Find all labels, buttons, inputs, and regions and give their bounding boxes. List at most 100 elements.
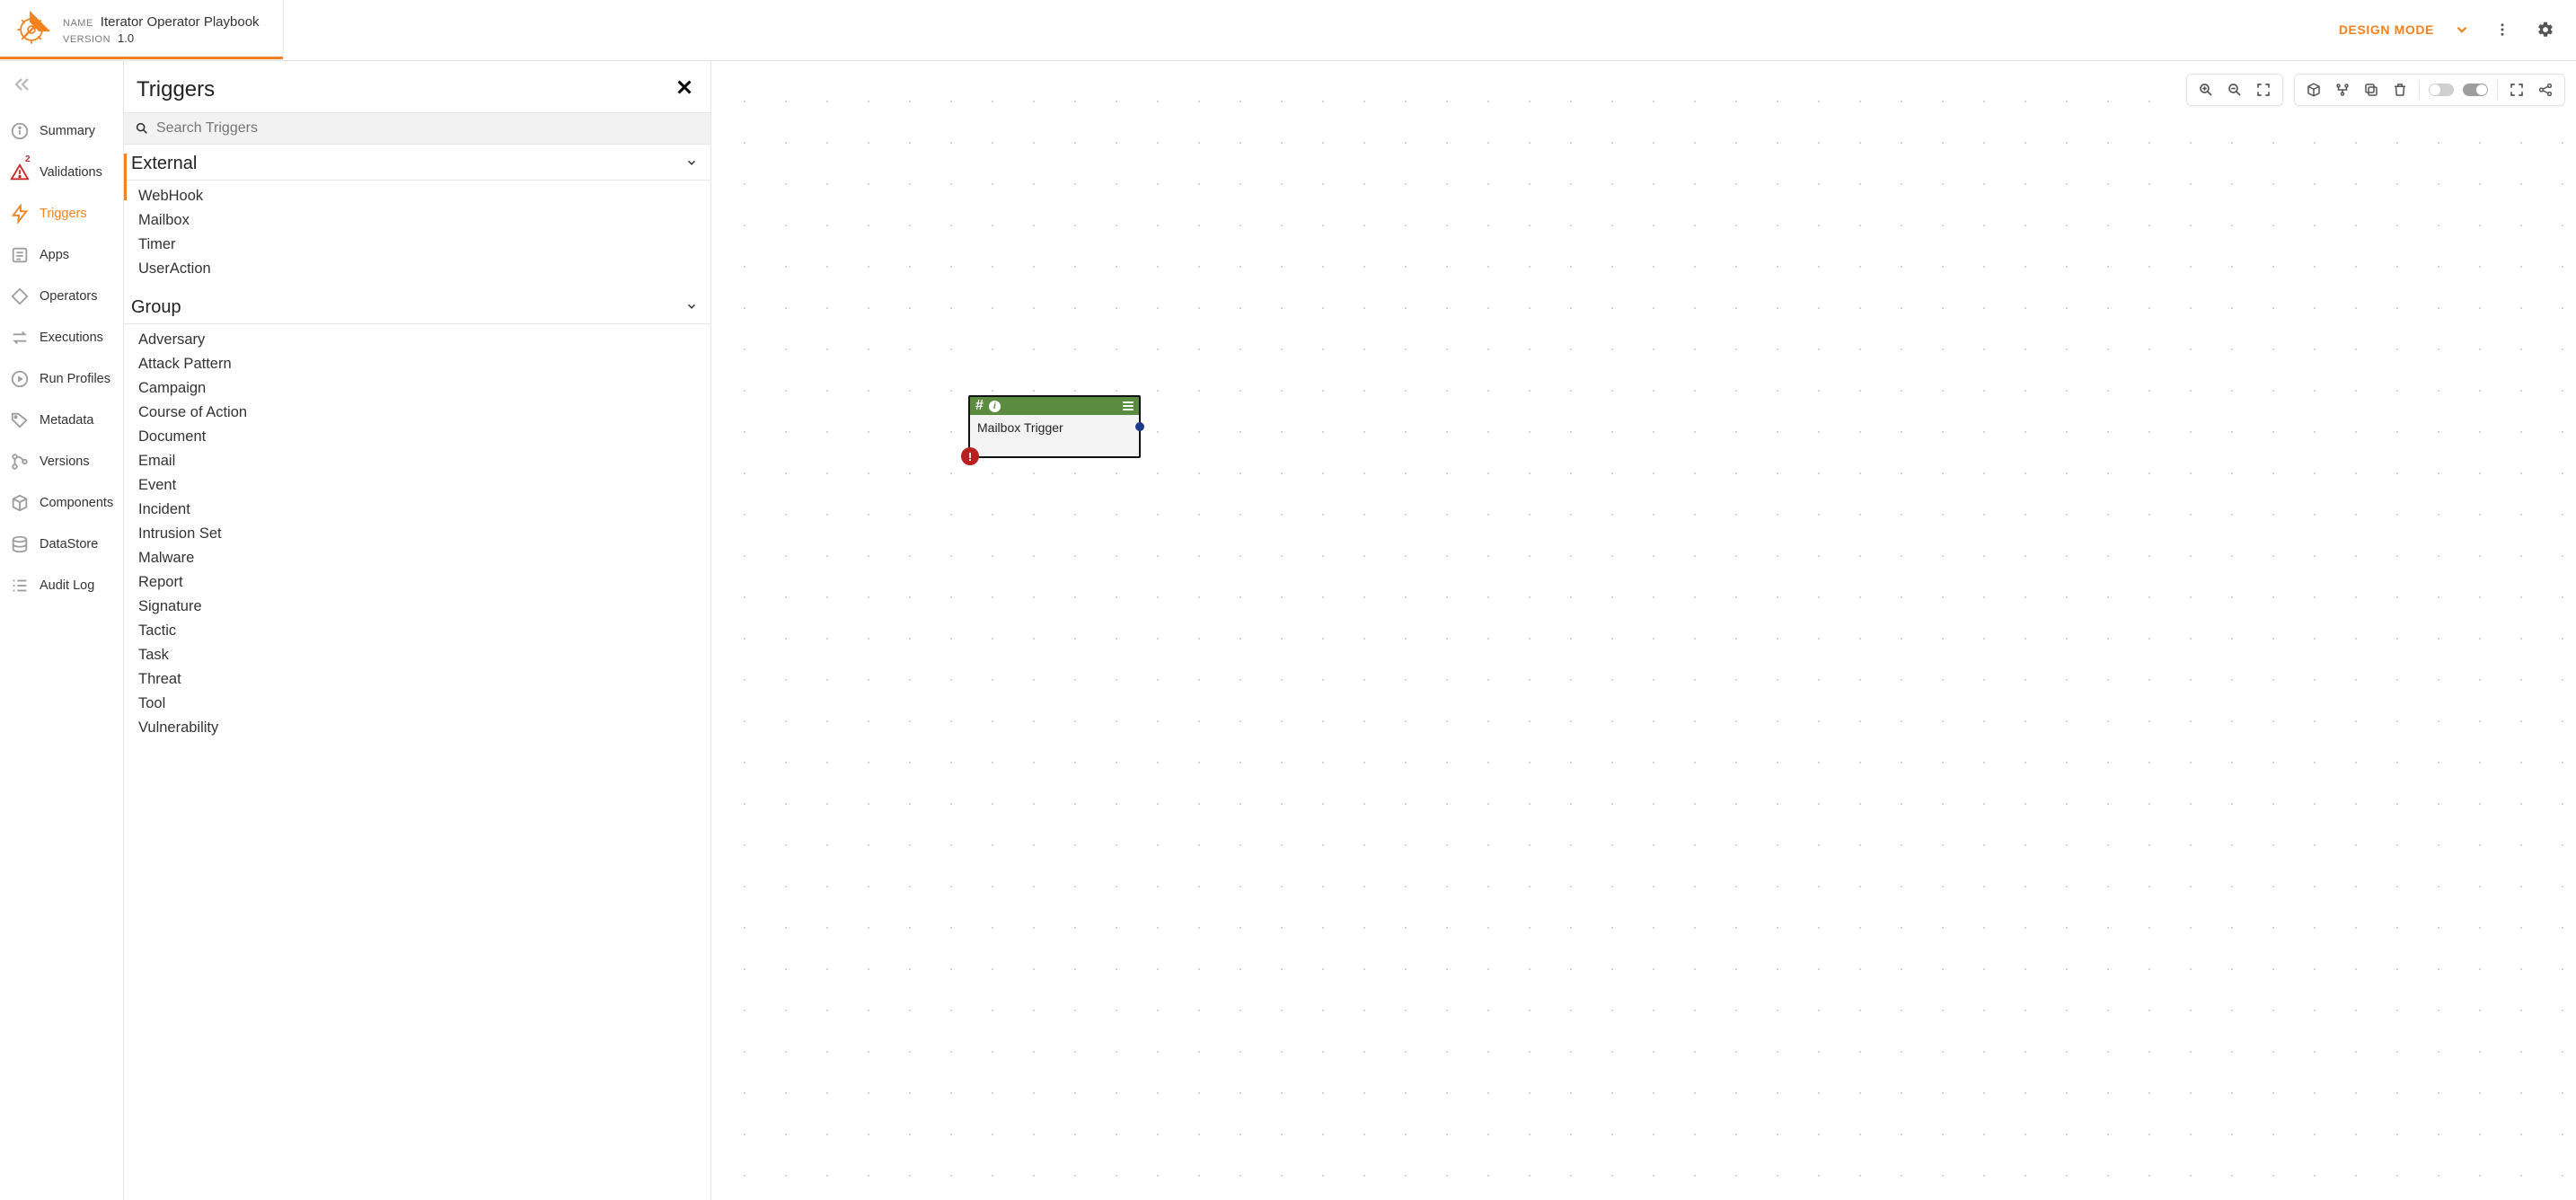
main-area: Summary 2 Validations Triggers Apps (0, 61, 2576, 1200)
collapse-sidebar-button[interactable] (7, 70, 123, 110)
trigger-item[interactable]: Attack Pattern (124, 352, 710, 376)
playbook-header-card: NAME Iterator Operator Playbook VERSION … (0, 0, 284, 59)
trigger-item[interactable]: Tool (124, 692, 710, 716)
settings-button[interactable] (2535, 19, 2556, 40)
trigger-item[interactable]: Tactic (124, 619, 710, 643)
sidebar-item-apps[interactable]: Apps (7, 235, 123, 275)
trigger-item[interactable]: Incident (124, 498, 710, 522)
trigger-item[interactable]: Malware (124, 546, 710, 570)
hash-icon: # (975, 398, 984, 414)
trigger-item[interactable]: Email (124, 449, 710, 473)
trigger-item[interactable]: Report (124, 570, 710, 595)
sidebar-item-label: Apps (40, 248, 69, 262)
share-button[interactable] (2536, 80, 2555, 100)
trigger-item[interactable]: Timer (124, 233, 710, 257)
trigger-item[interactable]: Course of Action (124, 401, 710, 425)
canvas[interactable] (711, 61, 2576, 1200)
trigger-item[interactable]: Task (124, 643, 710, 667)
sidebar-item-label: Executions (40, 331, 103, 345)
sidebar-item-label: DataStore (40, 537, 98, 551)
graph-button[interactable] (2333, 80, 2352, 100)
version-value: 1.0 (118, 31, 134, 45)
canvas-node-mailbox-trigger[interactable]: # i Mailbox Trigger ! (968, 395, 1141, 458)
mode-label: DESIGN MODE (2339, 22, 2434, 37)
sidebar-item-validations[interactable]: 2 Validations (7, 153, 123, 192)
sidebar-item-components[interactable]: Components (7, 483, 123, 523)
node-output-port[interactable] (1135, 422, 1144, 431)
trigger-item[interactable]: Mailbox (124, 208, 710, 233)
canvas-wrap: # i Mailbox Trigger ! (711, 61, 2576, 1200)
trigger-item[interactable]: Signature (124, 595, 710, 619)
warning-icon (9, 162, 31, 183)
trigger-item[interactable]: Vulnerability (124, 716, 710, 740)
sidebar-item-audit-log[interactable]: Audit Log (7, 566, 123, 605)
toggle-a[interactable] (2429, 84, 2454, 96)
sidebar-item-triggers[interactable]: Triggers (7, 194, 123, 234)
trigger-item[interactable]: Document (124, 425, 710, 449)
delete-button[interactable] (2390, 80, 2410, 100)
mode-selector[interactable]: DESIGN MODE (2339, 22, 2470, 38)
copy-button[interactable] (2361, 80, 2381, 100)
search-row (124, 112, 710, 145)
cube-button[interactable] (2304, 80, 2324, 100)
search-icon (135, 121, 149, 136)
node-title: Mailbox Trigger (970, 415, 1139, 456)
header-bar: NAME Iterator Operator Playbook VERSION … (0, 0, 2576, 61)
fullscreen-button[interactable] (2507, 80, 2527, 100)
diamond-icon (9, 286, 31, 307)
node-error-badge[interactable]: ! (961, 447, 979, 465)
canvas-toolbar (2186, 74, 2565, 106)
zoom-in-button[interactable] (2196, 80, 2216, 100)
fit-button[interactable] (2254, 80, 2273, 100)
name-label: NAME (63, 18, 93, 29)
tag-icon (9, 410, 31, 431)
section-head-group[interactable]: Group (124, 288, 710, 324)
close-panel-button[interactable] (675, 75, 694, 103)
cube-icon (9, 492, 31, 514)
playbook-icon (13, 11, 50, 49)
chevron-down-icon (2454, 22, 2470, 38)
left-rail: Summary 2 Validations Triggers Apps (0, 61, 124, 1200)
node-header[interactable]: # i (970, 397, 1139, 415)
triggers-panel: Triggers External WebHookMailboxTimerUser… (124, 61, 711, 1200)
database-icon (9, 534, 31, 555)
swap-icon (9, 327, 31, 349)
name-value: Iterator Operator Playbook (101, 14, 260, 30)
more-menu-button[interactable] (2492, 19, 2513, 40)
apps-icon (9, 244, 31, 266)
trigger-item[interactable]: Event (124, 473, 710, 498)
sidebar-item-metadata[interactable]: Metadata (7, 401, 123, 440)
sidebar-item-label: Versions (40, 454, 90, 469)
info-icon (9, 120, 31, 142)
playbook-header-text: NAME Iterator Operator Playbook VERSION … (63, 14, 260, 45)
section-title: External (131, 154, 197, 174)
list-icon (9, 575, 31, 596)
node-menu-button[interactable] (1123, 401, 1134, 410)
sidebar-item-run-profiles[interactable]: Run Profiles (7, 359, 123, 399)
sidebar-item-versions[interactable]: Versions (7, 442, 123, 481)
toggle-b[interactable] (2463, 84, 2488, 96)
header-right: DESIGN MODE (2339, 0, 2576, 59)
sidebar-item-executions[interactable]: Executions (7, 318, 123, 357)
trigger-item[interactable]: Campaign (124, 376, 710, 401)
section-head-external[interactable]: External (124, 145, 710, 181)
sidebar-item-label: Components (40, 496, 113, 510)
sidebar-item-label: Validations (40, 165, 102, 180)
trigger-item[interactable]: Threat (124, 667, 710, 692)
search-input[interactable] (156, 120, 700, 137)
sidebar-item-operators[interactable]: Operators (7, 277, 123, 316)
sidebar-item-label: Operators (40, 289, 97, 304)
zoom-out-button[interactable] (2225, 80, 2245, 100)
sidebar-item-summary[interactable]: Summary (7, 111, 123, 151)
sidebar-item-label: Metadata (40, 413, 93, 428)
panel-title: Triggers (137, 77, 215, 102)
trigger-item[interactable]: Intrusion Set (124, 522, 710, 546)
validations-badge: 2 (25, 154, 31, 164)
sidebar-item-label: Triggers (40, 207, 87, 221)
sidebar-item-datastore[interactable]: DataStore (7, 525, 123, 564)
pin-icon (18, 9, 52, 43)
trigger-item[interactable]: UserAction (124, 257, 710, 281)
info-icon[interactable]: i (989, 401, 1001, 412)
trigger-item[interactable]: WebHook (124, 184, 710, 208)
trigger-item[interactable]: Adversary (124, 328, 710, 352)
